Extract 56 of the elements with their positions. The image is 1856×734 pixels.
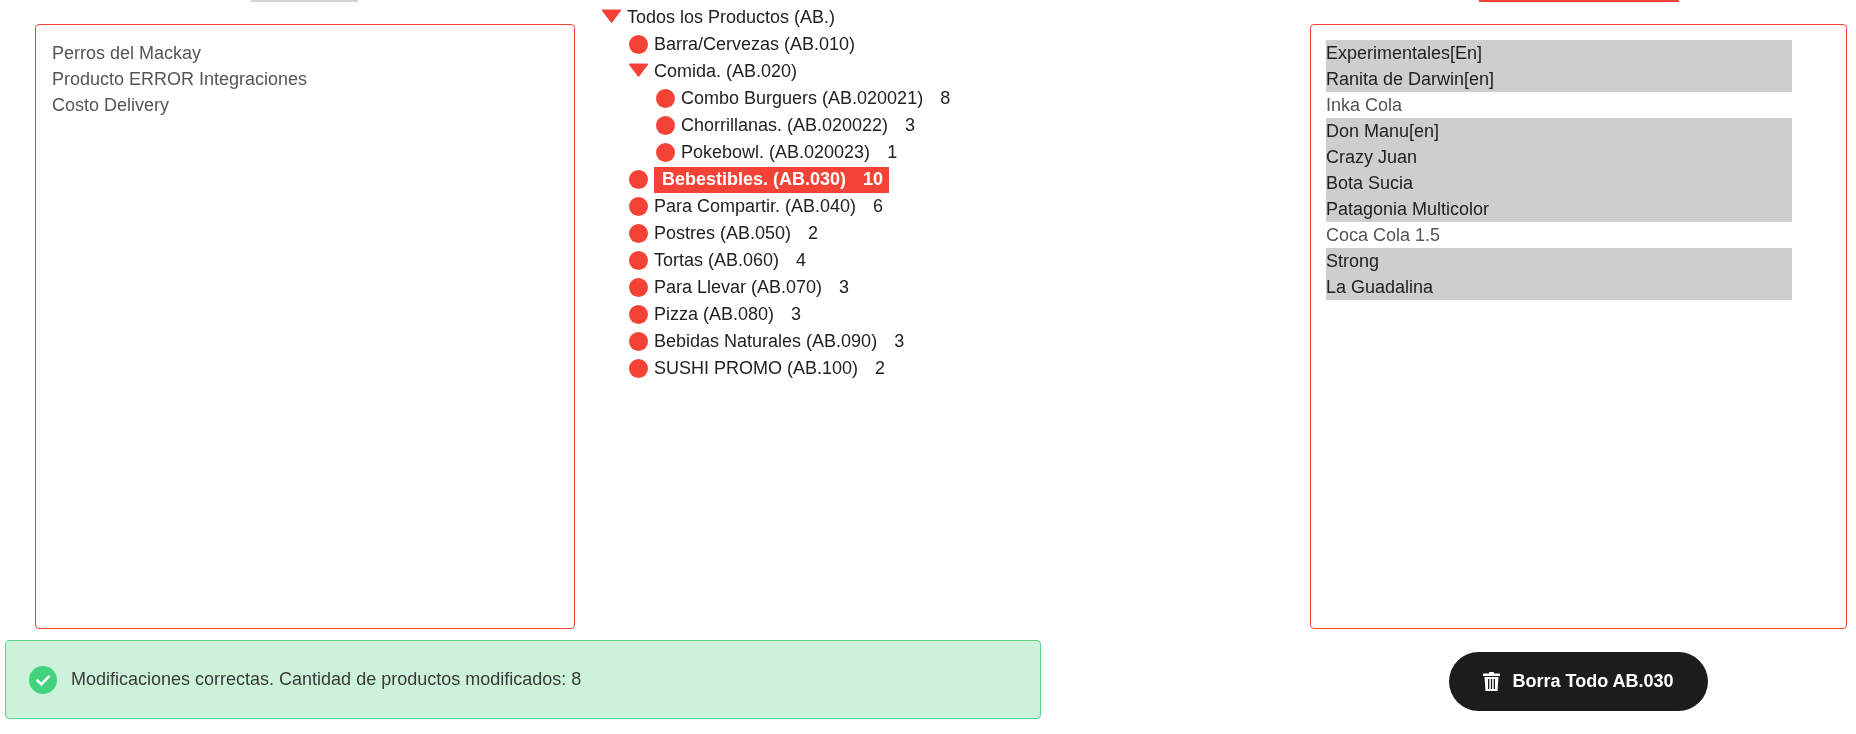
tree-item[interactable]: Combo Burguers (AB.020021) 8	[681, 85, 951, 112]
check-circle-icon	[29, 665, 57, 694]
item-count: 6	[873, 195, 884, 218]
tree-item[interactable]: Para Llevar (AB.070) 3	[654, 274, 850, 301]
dot-icon	[629, 170, 648, 189]
item-count: 3	[839, 276, 850, 299]
tree-item[interactable]: Bebestibles. (AB.030) 10	[654, 166, 890, 193]
list-item[interactable]: Patagonia Multicolor	[1326, 196, 1792, 222]
caret-down-icon[interactable]	[629, 63, 648, 77]
list-item[interactable]: Coca Cola 1.5	[1326, 222, 1792, 248]
trash-icon	[1483, 672, 1501, 691]
item-count: 10	[863, 168, 884, 191]
dot-icon	[656, 89, 675, 108]
list-item[interactable]: Producto ERROR Integraciones	[52, 66, 518, 92]
list-item[interactable]: Don Manu[en]	[1326, 118, 1792, 144]
list-item[interactable]: Experimentales[En]	[1326, 40, 1792, 66]
list-item[interactable]: Perros del Mackay	[52, 40, 518, 66]
dot-icon	[629, 332, 648, 351]
dot-icon	[629, 197, 648, 216]
dot-icon	[629, 359, 648, 378]
delete-all-button[interactable]: Borra Todo AB.030	[1449, 652, 1708, 711]
tree-item[interactable]: Para Compartir. (AB.040) 6	[654, 193, 884, 220]
item-count: 3	[894, 330, 905, 353]
list-item[interactable]: Costo Delivery	[52, 92, 518, 118]
dot-icon	[629, 251, 648, 270]
list-item[interactable]: La Guadalina	[1326, 274, 1792, 300]
item-count: 3	[905, 114, 916, 137]
tree-item[interactable]: Comida. (AB.020)	[654, 58, 798, 85]
item-count: 2	[808, 222, 819, 245]
tree-item[interactable]: Pizza (AB.080) 3	[654, 301, 802, 328]
dot-icon	[629, 278, 648, 297]
caret-down-icon[interactable]	[602, 9, 621, 23]
item-count: 4	[796, 249, 807, 272]
item-count: 3	[791, 303, 802, 326]
dot-icon	[656, 143, 675, 162]
dot-icon	[656, 116, 675, 135]
tree-item[interactable]: Todos los Productos (AB.)	[627, 4, 836, 31]
item-count: 2	[875, 357, 886, 380]
list-item[interactable]: Strong	[1326, 248, 1792, 274]
list-item[interactable]: Ranita de Darwin[en]	[1326, 66, 1792, 92]
tree-item[interactable]: Postres (AB.050) 2	[654, 220, 819, 247]
dot-icon	[629, 224, 648, 243]
tree-item[interactable]: Tortas (AB.060) 4	[654, 247, 807, 274]
list-item[interactable]: Bota Sucia	[1326, 170, 1792, 196]
dot-icon	[629, 35, 648, 54]
item-count: 8	[940, 87, 951, 110]
tree-item[interactable]: Bebidas Naturales (AB.090) 3	[654, 328, 905, 355]
tree-item[interactable]: Pokebowl. (AB.020023) 1	[681, 139, 898, 166]
item-count: 1	[887, 141, 898, 164]
dot-icon	[629, 305, 648, 324]
list-item[interactable]: Inka Cola	[1326, 92, 1792, 118]
tree-item[interactable]: Chorrillanas. (AB.020022) 3	[681, 112, 916, 139]
tree-item[interactable]: Barra/Cervezas (AB.010)	[654, 31, 856, 58]
tree-item[interactable]: SUSHI PROMO (AB.100) 2	[654, 355, 886, 382]
list-item[interactable]: Crazy Juan	[1326, 144, 1792, 170]
alert-message: Modificaciones correctas. Cantidad de productos modificados: 8	[71, 668, 582, 691]
